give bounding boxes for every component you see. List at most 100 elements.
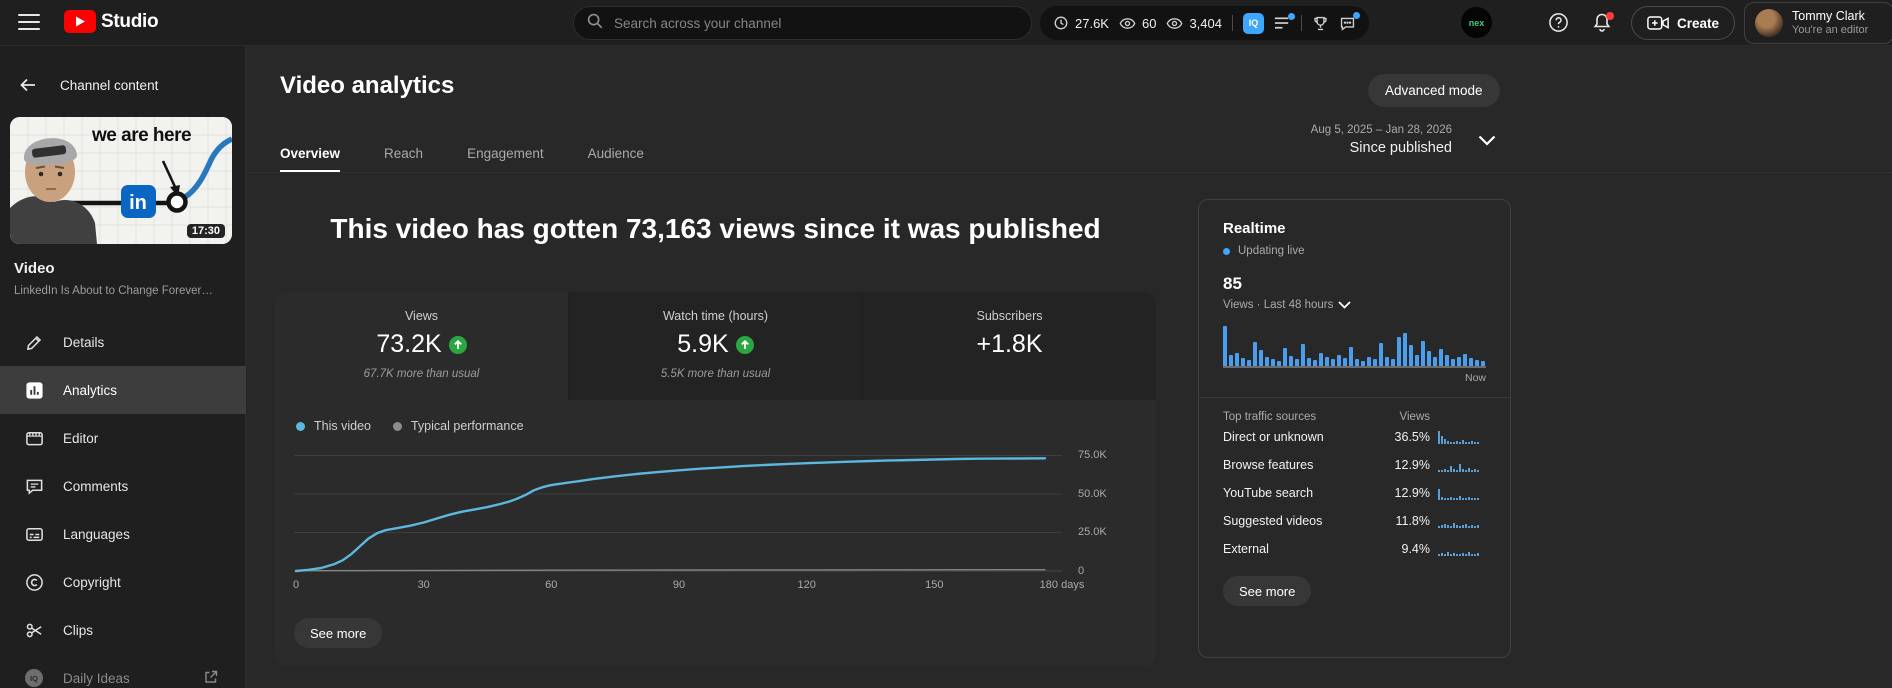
traffic-source-label: Suggested videos — [1223, 514, 1323, 528]
video-duration-badge: 17:30 — [186, 224, 225, 238]
pencil-icon — [24, 332, 44, 352]
traffic-row: YouTube search 12.9% — [1223, 479, 1486, 507]
vidiq-icon[interactable]: IQ — [1243, 12, 1264, 34]
legend-dot — [296, 421, 305, 431]
realtime-bar — [1229, 355, 1233, 366]
user-name: Tommy Clark — [1792, 9, 1865, 23]
tab-reach[interactable]: Reach — [384, 146, 423, 173]
x-tick-label: 90 — [672, 579, 686, 591]
spark-bar — [1459, 464, 1461, 472]
legend-dot — [392, 421, 402, 431]
menu-hamburger-icon[interactable] — [18, 13, 40, 31]
see-more-button[interactable]: See more — [294, 618, 383, 648]
subtitles-icon — [24, 524, 44, 544]
create-button[interactable]: Create — [1631, 6, 1736, 40]
traffic-source-pct: 12.9% — [1394, 458, 1430, 472]
video-thumbnail[interactable]: in we are here 17:30 — [10, 117, 232, 244]
spark-bar — [1471, 441, 1473, 444]
realtime-bar — [1403, 333, 1407, 366]
trophy-icon[interactable] — [1312, 15, 1329, 32]
traffic-source-pct: 12.9% — [1394, 486, 1430, 500]
realtime-bar — [1235, 353, 1239, 366]
realtime-bar — [1253, 342, 1257, 366]
tab-engagement[interactable]: Engagement — [467, 146, 544, 173]
chat-icon[interactable] — [1339, 11, 1360, 32]
spark-bar — [1459, 526, 1461, 528]
realtime-bar — [1331, 359, 1335, 366]
tab-audience[interactable]: Audience — [588, 146, 644, 173]
spark-bar — [1444, 498, 1446, 500]
now-label: Now — [1464, 372, 1486, 384]
spark-bar — [1462, 525, 1464, 528]
analytics-tabs: Overview Reach Engagement Audience — [280, 146, 644, 173]
spark-bar — [1447, 525, 1449, 528]
metric-tab-views[interactable]: Views 73.2K 67.7K more than usual — [275, 292, 568, 400]
metric-tab-watch-time[interactable]: Watch time (hours) 5.9K 5.5K more than u… — [568, 292, 862, 400]
metric-tab-subscribers[interactable]: Subscribers +1.8K — [862, 292, 1156, 400]
realtime-card: Realtime Updating live 85 Views · Last 4… — [1198, 199, 1511, 658]
sidebar-item-details[interactable]: Details — [0, 318, 246, 366]
youtube-play-icon — [64, 10, 96, 33]
sidebar-item-clips[interactable]: Clips — [0, 606, 246, 654]
search-input[interactable] — [614, 15, 1019, 31]
svg-text:IQ: IQ — [30, 674, 38, 683]
sidebar-item-editor[interactable]: Editor — [0, 414, 246, 462]
spark-bar — [1471, 554, 1473, 556]
spark-bar — [1465, 442, 1467, 444]
realtime-bar — [1361, 361, 1365, 366]
series-this-video — [294, 457, 1047, 573]
realtime-bar — [1349, 347, 1353, 366]
spark-bar — [1441, 497, 1443, 500]
spark-bar — [1453, 498, 1455, 500]
eye-icon — [1166, 17, 1183, 29]
comments-icon — [24, 476, 44, 496]
realtime-see-more-button[interactable]: See more — [1223, 576, 1312, 606]
account-chip[interactable]: Tommy Clark You're an editor — [1744, 2, 1892, 44]
spark-bar — [1474, 442, 1476, 444]
spark-bar — [1465, 554, 1467, 556]
spark-bar — [1462, 553, 1464, 556]
spark-bar — [1438, 470, 1440, 472]
tab-overview[interactable]: Overview — [280, 146, 341, 173]
sidebar-item-copyright[interactable]: Copyright — [0, 558, 246, 606]
realtime-views-label[interactable]: Views · Last 48 hours — [1223, 299, 1486, 311]
x-tick-label: 30 — [417, 579, 430, 591]
sidebar-item-analytics[interactable]: Analytics — [0, 366, 246, 414]
divider — [1232, 15, 1233, 31]
sidebar-item-daily-ideas[interactable]: IQ Daily Ideas — [0, 654, 246, 688]
user-role: You're an editor — [1792, 24, 1869, 36]
spark-bar — [1444, 469, 1446, 472]
advanced-mode-button[interactable]: Advanced mode — [1368, 74, 1500, 107]
traffic-row: Browse features 12.9% — [1223, 451, 1486, 479]
date-range-picker[interactable]: Aug 5, 2025 – Jan 28, 2026 Since publish… — [1311, 123, 1496, 158]
extension-stats-bar[interactable]: 27.6K 60 3,404 IQ — [1040, 6, 1369, 40]
sidebar-item-languages[interactable]: Languages — [0, 510, 246, 558]
traffic-table: Direct or unknown 36.5% Browse features 12.… — [1223, 423, 1486, 563]
divider — [247, 172, 1892, 173]
realtime-bar — [1481, 361, 1485, 366]
realtime-bar — [1313, 360, 1317, 366]
back-to-channel-content[interactable]: Channel content — [0, 70, 246, 100]
sidebar: Channel content in we are here 17:30 Vid… — [0, 46, 246, 688]
search-bar — [573, 6, 1032, 40]
spark-bar — [1441, 436, 1443, 444]
live-dot — [1223, 247, 1230, 255]
traffic-source-pct: 9.4% — [1401, 542, 1431, 556]
sidebar-item-comments[interactable]: Comments — [0, 462, 246, 510]
x-tick-label: 0 — [292, 579, 300, 591]
realtime-bar — [1373, 359, 1377, 366]
spark-bar — [1474, 498, 1476, 500]
legend-typical-performance: Typical performance — [392, 419, 524, 433]
extension-avatar[interactable]: nex — [1461, 7, 1492, 38]
notification-dot — [1353, 11, 1360, 19]
playlist-menu-icon[interactable] — [1274, 12, 1295, 31]
spark-bar — [1453, 442, 1455, 444]
realtime-bar — [1385, 357, 1389, 366]
studio-logo[interactable]: Studio — [64, 10, 159, 33]
spark-bar — [1450, 526, 1452, 528]
analytics-card: Views 73.2K 67.7K more than usual Watch … — [275, 292, 1156, 666]
help-icon[interactable] — [1548, 12, 1569, 36]
y-axis-labels: 75.0K 50.0K 25.0K 0 — [1078, 443, 1138, 578]
spark-bar — [1456, 498, 1458, 500]
notifications-bell-icon[interactable] — [1592, 12, 1614, 33]
